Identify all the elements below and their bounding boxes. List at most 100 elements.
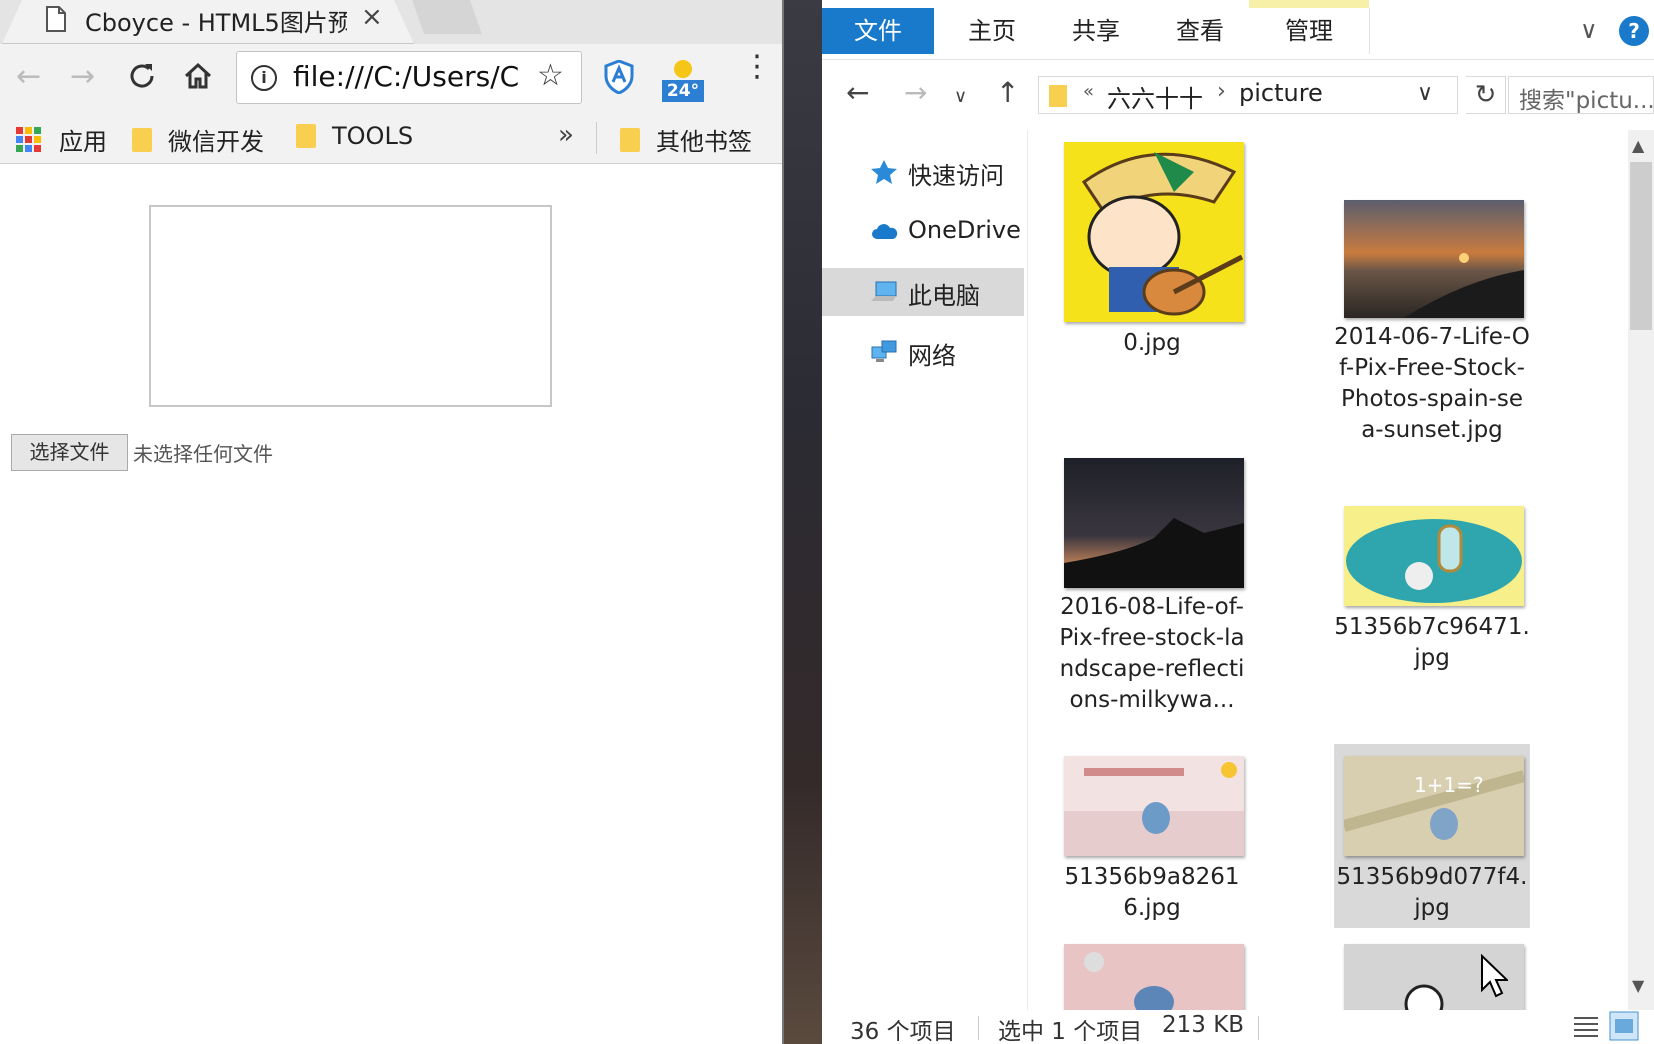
bookmark-other[interactable]: 其他书签 — [620, 122, 752, 157]
breadcrumb-parent[interactable]: 六六十十 — [1107, 79, 1203, 114]
file-item[interactable]: 0.jpg — [1054, 138, 1250, 368]
thumbnail-cartoon-mirror — [1344, 506, 1524, 606]
tab-file[interactable]: 文件 — [822, 8, 934, 54]
choose-file-button[interactable]: 选择文件 — [11, 434, 128, 471]
weather-temp: 24° — [662, 80, 704, 102]
file-item-selected[interactable]: 1+1=? 51356b9d077f4.jpg — [1334, 744, 1530, 928]
tab-view[interactable]: 查看 — [1158, 8, 1242, 54]
nav-label: 网络 — [908, 342, 956, 370]
up-arrow-icon[interactable]: ↑ — [996, 78, 1019, 108]
file-name: 51356b7c96471.jpg — [1334, 614, 1530, 671]
file-name: 2014-06-7-Life-Of-Pix-Free-Stock-Photos-… — [1334, 324, 1530, 443]
status-bar: 36 个项目 选中 1 个项目 213 KB — [822, 1010, 1654, 1044]
web-page: 选择文件 未选择任何文件 — [0, 164, 782, 1044]
tab-strip: Cboyce - HTML5图片预 × — [0, 0, 782, 44]
folder-icon — [620, 127, 640, 152]
tab-home[interactable]: 主页 — [950, 8, 1034, 54]
status-divider — [978, 1016, 979, 1040]
bookmark-apps-label: 应用 — [59, 128, 107, 156]
browser-toolbar: ← → i file:///C:/Users/Ca ☆ 24° ⋮ — [0, 44, 782, 112]
large-icons-view-icon[interactable] — [1608, 1010, 1640, 1042]
vertical-scrollbar[interactable]: ▲ ▼ — [1628, 130, 1654, 1010]
nav-item-quick-access[interactable]: 快速访问 — [822, 148, 1024, 196]
sun-icon — [674, 60, 692, 78]
network-icon — [871, 340, 897, 362]
scrollbar-thumb[interactable] — [1630, 162, 1652, 330]
browser-tab[interactable]: Cboyce - HTML5图片预 × — [2, 0, 414, 44]
file-grid: 0.jpg 2014-06-7-Life-Of-Pix-Free-Stock-P… — [1028, 130, 1628, 1010]
image-preview-box — [149, 205, 552, 407]
folder-icon — [132, 127, 152, 152]
bookmarks-overflow-chevron[interactable]: » — [558, 120, 574, 150]
file-explorer-window: 文件 主页 共享 查看 管理 ∨ ? ← → ∨ ↑ « 六六十十 › pict… — [822, 0, 1654, 1044]
back-arrow-icon[interactable]: ← — [846, 78, 869, 108]
file-item-partial[interactable] — [1334, 938, 1530, 1010]
breadcrumb-current[interactable]: picture — [1239, 79, 1323, 107]
address-bar[interactable]: i file:///C:/Users/Ca ☆ — [236, 51, 582, 104]
file-item[interactable]: 51356b7c96471.jpg — [1334, 502, 1530, 672]
bookmark-wechat[interactable]: 微信开发 — [132, 122, 264, 157]
help-icon[interactable]: ? — [1619, 16, 1649, 46]
breadcrumb-separator-icon[interactable]: › — [1217, 79, 1226, 104]
ribbon-expand-chevron-icon[interactable]: ∨ — [1580, 16, 1598, 44]
scroll-up-icon[interactable]: ▲ — [1632, 136, 1644, 155]
tab-manage[interactable]: 管理 — [1249, 8, 1369, 54]
bookmark-wechat-label: 微信开发 — [168, 128, 264, 156]
cloud-icon — [872, 224, 898, 239]
chrome-window: Cboyce - HTML5图片预 × ← → i file:///C:/Use… — [0, 0, 782, 1044]
svg-text:1+1=?: 1+1=? — [1414, 773, 1484, 797]
home-icon[interactable] — [182, 60, 214, 92]
address-dropdown-icon[interactable]: ∨ — [1417, 81, 1433, 106]
nav-item-this-pc[interactable]: 此电脑 — [822, 268, 1024, 316]
search-input[interactable]: 搜索"pictu... — [1508, 76, 1654, 114]
forward-arrow-icon[interactable]: → — [70, 62, 95, 92]
item-count: 36 个项目 — [850, 1019, 956, 1044]
refresh-icon[interactable]: ↻ — [1466, 76, 1506, 114]
file-name: 2016-08-Life-of-Pix-free-stock-landscape… — [1059, 594, 1245, 713]
adguard-shield-icon[interactable] — [604, 60, 634, 94]
file-item-partial[interactable] — [1054, 938, 1250, 1010]
status-divider — [1258, 1016, 1259, 1040]
tab-close-icon[interactable]: × — [361, 2, 383, 32]
weather-extension[interactable]: 24° — [662, 56, 704, 104]
recent-locations-chevron-icon[interactable]: ∨ — [954, 82, 967, 112]
new-tab-button[interactable] — [412, 0, 482, 34]
address-row: ← → ∨ ↑ « 六六十十 › picture ∨ ↻ 搜索"pictu... — [822, 60, 1654, 130]
bookmark-tools[interactable]: TOOLS — [296, 122, 413, 150]
file-item[interactable]: 51356b9a82616.jpg — [1054, 752, 1250, 932]
thumbnail-milky-way — [1064, 458, 1244, 588]
tab-share[interactable]: 共享 — [1054, 8, 1138, 54]
bookmark-other-label: 其他书签 — [656, 128, 752, 156]
menu-dots-icon[interactable]: ⋮ — [742, 52, 772, 82]
thumbnail-sea-sunset — [1344, 200, 1524, 318]
nav-item-network[interactable]: 网络 — [822, 328, 1024, 376]
reload-icon[interactable] — [126, 60, 158, 92]
details-view-icon[interactable] — [1570, 1010, 1602, 1042]
bookmark-star-icon[interactable]: ☆ — [537, 58, 564, 93]
forward-arrow-icon[interactable]: → — [904, 78, 927, 108]
star-icon — [871, 160, 897, 184]
back-arrow-icon[interactable]: ← — [16, 62, 41, 92]
file-item[interactable]: 2016-08-Life-of-Pix-free-stock-landscape… — [1054, 452, 1250, 713]
explorer-address-bar[interactable]: « 六六十十 › picture ∨ — [1038, 76, 1458, 114]
info-icon[interactable]: i — [251, 65, 277, 91]
page-icon — [46, 6, 66, 32]
folder-icon — [296, 124, 316, 148]
file-item[interactable]: 2014-06-7-Life-Of-Pix-Free-Stock-Photos-… — [1334, 194, 1530, 443]
breadcrumb-overflow-icon[interactable]: « — [1083, 81, 1094, 102]
file-name: 51356b9d077f4.jpg — [1336, 864, 1528, 921]
nav-item-onedrive[interactable]: OneDrive — [822, 208, 1024, 256]
scroll-down-icon[interactable]: ▼ — [1632, 976, 1644, 995]
file-name: 0.jpg — [1123, 330, 1181, 356]
thumbnail-cartoon-guitar — [1064, 142, 1244, 322]
bookmark-tools-label: TOOLS — [332, 122, 414, 150]
search-placeholder: 搜索"pictu... — [1519, 88, 1654, 114]
apps-grid-icon — [16, 127, 41, 152]
nav-label: OneDrive — [908, 216, 1021, 244]
thumbnail-cartoon-math: 1+1=? — [1344, 756, 1524, 856]
file-name: 51356b9a82616.jpg — [1064, 864, 1240, 921]
bookmark-apps[interactable]: 应用 — [16, 122, 107, 157]
thumbnail-cartoon-street — [1064, 756, 1244, 856]
nav-label: 此电脑 — [908, 282, 980, 310]
address-url[interactable]: file:///C:/Users/Ca — [293, 60, 521, 93]
